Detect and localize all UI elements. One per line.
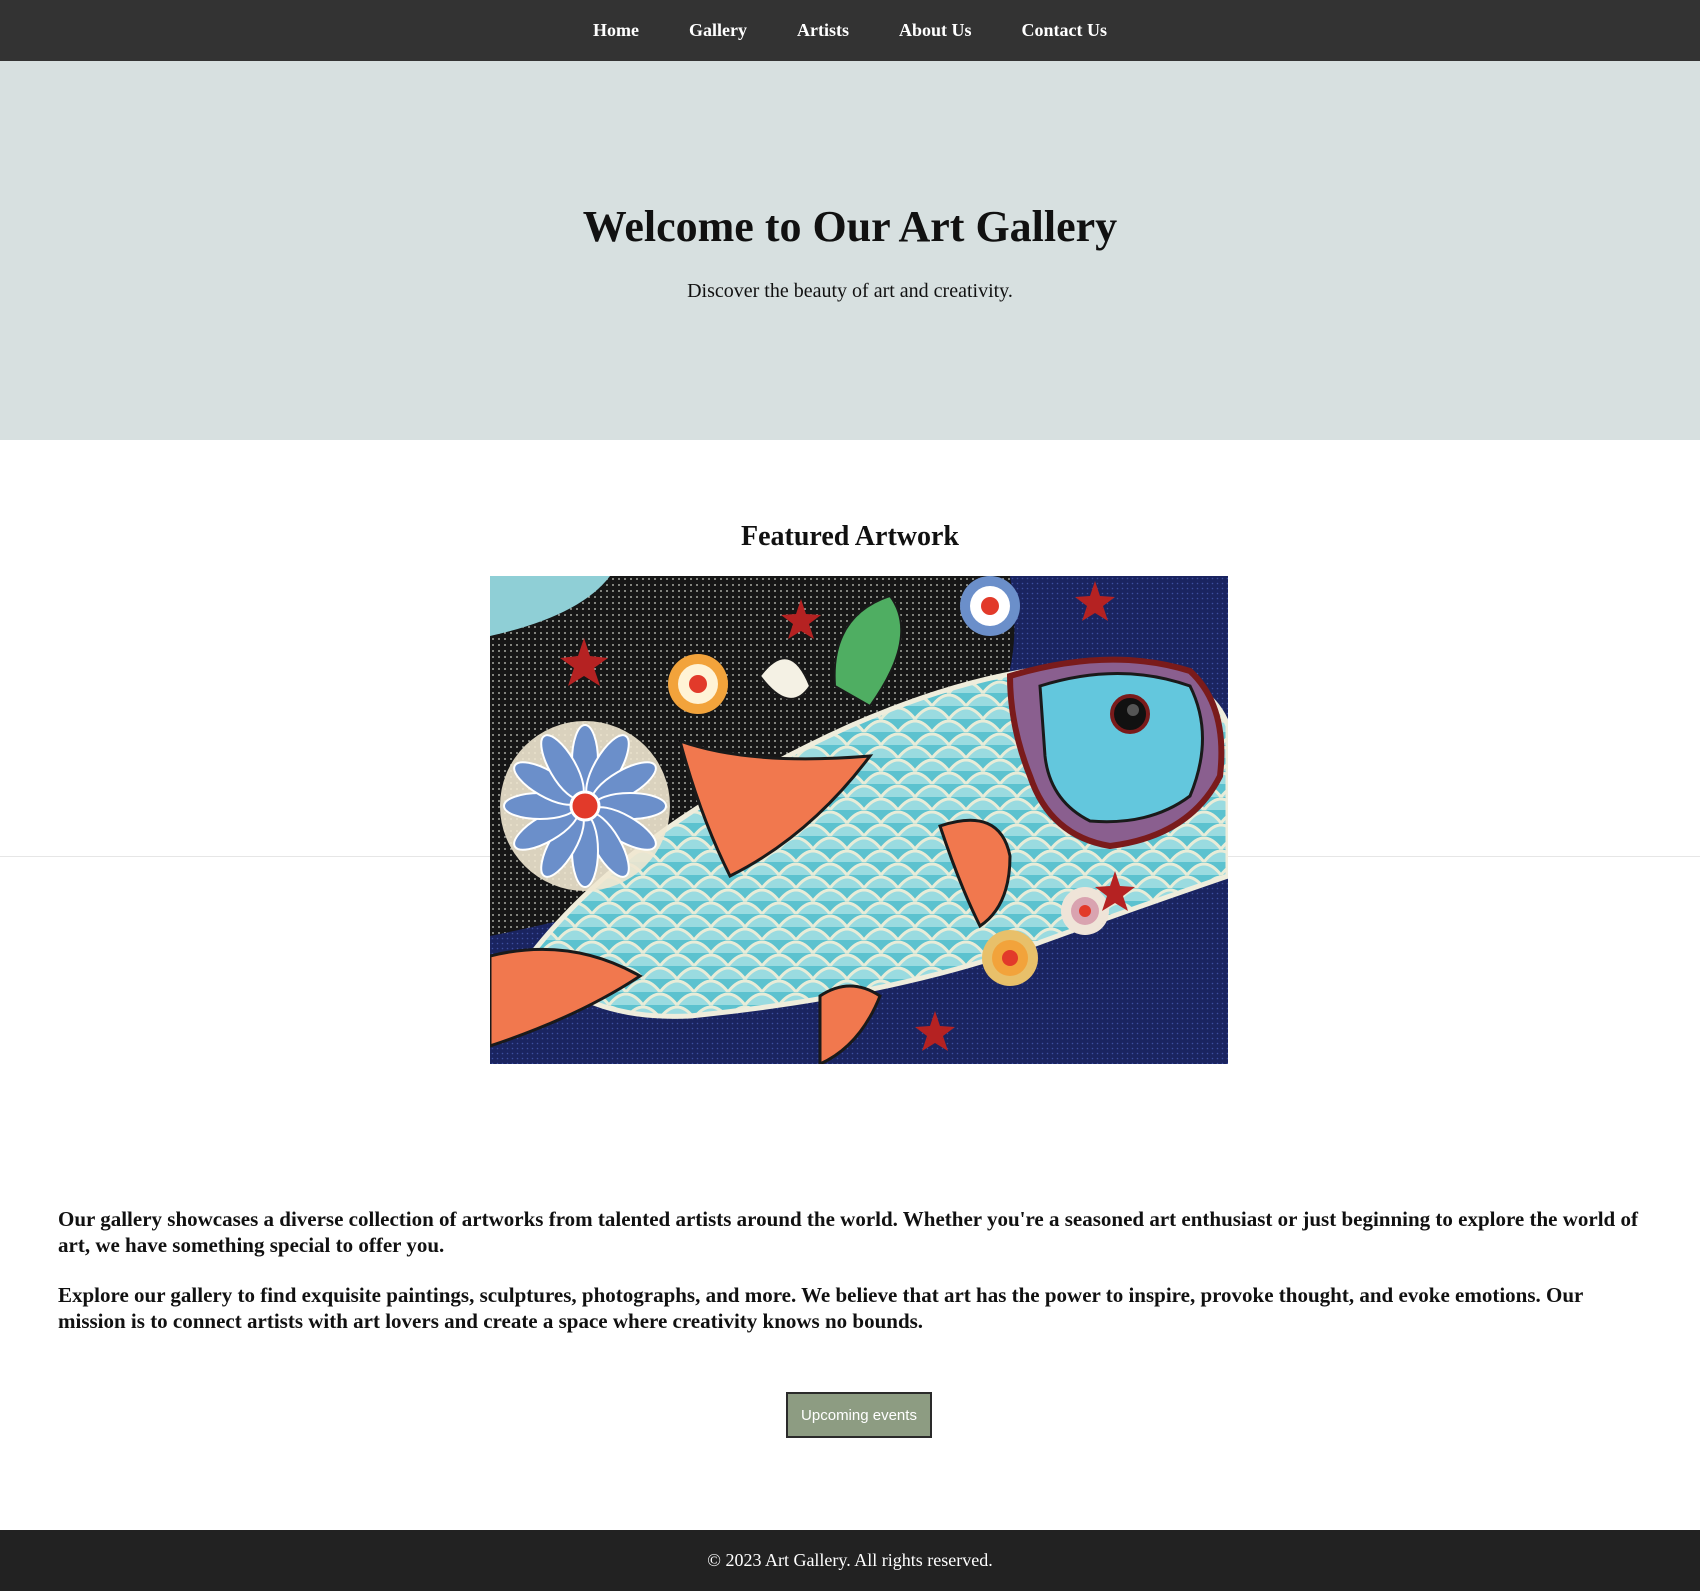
hero-subtitle: Discover the beauty of art and creativit…	[687, 280, 1013, 302]
nav-link-artists[interactable]: Artists	[797, 20, 849, 41]
nav-link-contact-us[interactable]: Contact Us	[1022, 20, 1108, 41]
gallery-description: Our gallery showcases a diverse collecti…	[58, 1206, 1648, 1358]
nav-link-gallery[interactable]: Gallery	[689, 20, 747, 41]
footer: © 2023 Art Gallery. All rights reserved.	[0, 1530, 1700, 1591]
nav-link-about-us[interactable]: About Us	[899, 20, 972, 41]
featured-artwork-heading: Featured Artwork	[741, 521, 959, 552]
hero-banner: Welcome to Our Art Gallery Discover the …	[0, 61, 1700, 440]
nav-link-home[interactable]: Home	[593, 20, 639, 41]
copyright-text: © 2023 Art Gallery. All rights reserved.	[707, 1550, 993, 1570]
top-navigation: Home Gallery Artists About Us Contact Us	[0, 0, 1700, 61]
page: Home Gallery Artists About Us Contact Us…	[0, 0, 1700, 1591]
about-paragraph: Explore our gallery to find exquisite pa…	[58, 1283, 1583, 1333]
about-paragraph: Our gallery showcases a diverse collecti…	[58, 1207, 1638, 1257]
hero-title: Welcome to Our Art Gallery	[582, 202, 1118, 251]
featured-artwork-image	[490, 576, 1228, 1064]
upcoming-events-button[interactable]: Upcoming events	[786, 1392, 932, 1438]
